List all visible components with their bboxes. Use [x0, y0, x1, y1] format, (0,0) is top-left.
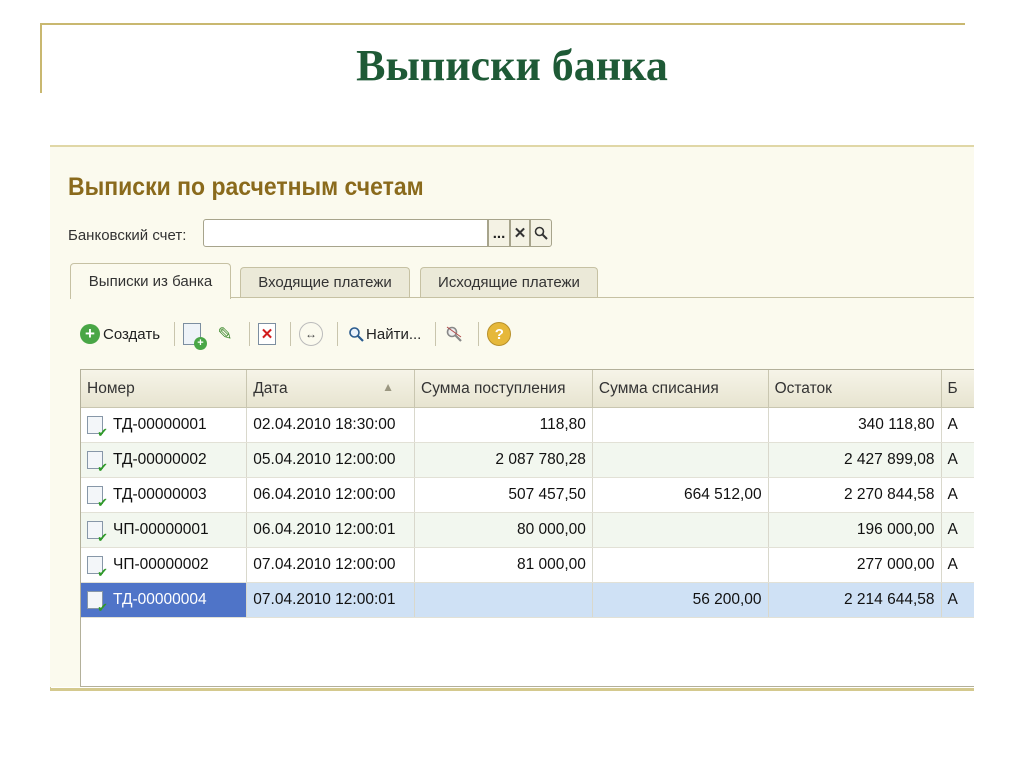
toolbar-separator — [249, 322, 251, 346]
cell-income: 507 457,50 — [414, 477, 593, 513]
column-header-income[interactable]: Сумма поступления — [414, 370, 593, 408]
cell-number: ЧП-00000002 — [81, 547, 248, 583]
form-title: Выписки по расчетным счетам — [68, 173, 424, 201]
find-button[interactable]: Найти... — [346, 319, 421, 349]
document-posted-icon — [87, 485, 108, 509]
copy-button[interactable] — [183, 319, 208, 350]
document-posted-icon — [87, 415, 108, 439]
cell-income: 118,80 — [414, 407, 593, 443]
cell-balance: 2 214 644,58 — [768, 582, 942, 618]
table-row[interactable]: ТД-00000002 05.04.2010 12:00:00 2 087 78… — [81, 442, 974, 478]
slide-frame-top — [40, 23, 965, 25]
cell-date: 07.04.2010 12:00:01 — [246, 582, 415, 618]
cell-date: 07.04.2010 12:00:00 — [246, 547, 415, 583]
cell-balance: 196 000,00 — [768, 512, 942, 548]
cell-number: ТД-00000004 — [81, 582, 248, 618]
search-icon — [534, 226, 548, 240]
cell-income: 80 000,00 — [414, 512, 593, 548]
cell-expense — [592, 407, 769, 443]
sort-icon: ▲ — [382, 379, 394, 394]
cell-balance: 277 000,00 — [768, 547, 942, 583]
table-row-selected[interactable]: ТД-00000004 07.04.2010 12:00:01 56 200,0… — [81, 582, 974, 618]
toolbar-separator — [337, 322, 339, 346]
help-icon: ? — [487, 322, 512, 346]
cell-bank: А — [941, 442, 974, 478]
cell-income: 81 000,00 — [414, 547, 593, 583]
cell-balance: 2 270 844,58 — [768, 477, 942, 513]
table-row[interactable]: ЧП-00000001 06.04.2010 12:00:01 80 000,0… — [81, 512, 974, 548]
document-posted-icon — [87, 590, 108, 614]
create-button[interactable]: + Создать — [80, 319, 160, 349]
column-header-date[interactable]: Дата ▲ — [246, 370, 415, 408]
create-button-label: Создать — [103, 325, 161, 343]
cell-date: 06.04.2010 12:00:00 — [246, 477, 415, 513]
cell-expense: 56 200,00 — [592, 582, 769, 618]
toolbar: + Создать ✎ ✕ ↔ Найти... ? — [80, 317, 517, 351]
cell-date: 05.04.2010 12:00:00 — [246, 442, 415, 478]
column-header-bank[interactable]: Б — [941, 370, 974, 408]
clear-find-icon — [444, 323, 464, 345]
cell-balance: 340 118,80 — [768, 407, 942, 443]
bank-account-label: Банковский счет: — [68, 227, 187, 244]
bank-account-clear-button[interactable]: ✕ — [510, 219, 530, 247]
slide-bottom-line — [50, 688, 974, 691]
clear-find-button[interactable] — [444, 319, 464, 349]
cell-bank: А — [941, 407, 974, 443]
table-row[interactable]: ЧП-00000002 07.04.2010 12:00:00 81 000,0… — [81, 547, 974, 583]
tab-outgoing-payments[interactable]: Исходящие платежи — [420, 267, 598, 297]
table-row[interactable]: ТД-00000003 06.04.2010 12:00:00 507 457,… — [81, 477, 974, 513]
cell-number: ТД-00000001 — [81, 407, 248, 443]
statements-window: Выписки по расчетным счетам Банковский с… — [50, 145, 974, 687]
tab-bank-statements[interactable]: Выписки из банка — [70, 263, 231, 299]
delete-button[interactable]: ✕ — [258, 319, 277, 349]
slide-title: Выписки банка — [356, 41, 668, 90]
cell-income — [414, 582, 593, 618]
pencil-icon: ✎ — [217, 323, 233, 344]
tab-incoming-payments[interactable]: Входящие платежи — [240, 267, 410, 297]
cell-bank: А — [941, 512, 974, 548]
bank-account-select-button[interactable]: ... — [488, 219, 510, 247]
help-button[interactable]: ? — [487, 319, 512, 349]
cell-number: ЧП-00000001 — [81, 512, 248, 548]
close-icon: ✕ — [513, 225, 527, 242]
cell-date: 02.04.2010 18:30:00 — [246, 407, 415, 443]
find-button-label: Найти... — [366, 325, 422, 343]
cell-number: ТД-00000002 — [81, 442, 248, 478]
find-icon — [346, 324, 366, 344]
document-posted-icon — [87, 520, 108, 544]
table-row[interactable]: ТД-00000001 02.04.2010 18:30:00 118,80 3… — [81, 407, 974, 443]
bank-account-input[interactable] — [203, 219, 488, 247]
cell-bank: А — [941, 582, 974, 618]
table-header-row: Номер Дата ▲ Сумма поступления Сумма спис… — [81, 370, 974, 408]
cell-date: 06.04.2010 12:00:01 — [246, 512, 415, 548]
toolbar-separator — [435, 322, 437, 346]
column-header-number[interactable]: Номер — [81, 370, 248, 408]
cell-balance: 2 427 899,08 — [768, 442, 942, 478]
cell-expense — [592, 442, 769, 478]
delete-icon: ✕ — [258, 323, 277, 345]
cell-number: ТД-00000003 — [81, 477, 248, 513]
document-posted-icon — [87, 555, 108, 579]
toolbar-separator — [290, 322, 292, 346]
column-header-balance[interactable]: Остаток — [768, 370, 942, 408]
edit-button[interactable]: ✎ — [215, 319, 235, 349]
cell-expense — [592, 512, 769, 548]
column-header-expense[interactable]: Сумма списания — [592, 370, 769, 408]
document-posted-icon — [87, 450, 108, 474]
cell-expense: 664 512,00 — [592, 477, 769, 513]
cell-bank: А — [941, 547, 974, 583]
bank-account-search-button[interactable] — [530, 219, 552, 247]
plus-icon: + — [80, 324, 100, 344]
toolbar-separator — [174, 322, 176, 346]
copy-icon — [183, 323, 208, 350]
cell-income: 2 087 780,28 — [414, 442, 593, 478]
toolbar-separator — [478, 322, 480, 346]
interval-button[interactable]: ↔ — [299, 319, 324, 349]
statements-table: Номер Дата ▲ Сумма поступления Сумма спис… — [80, 369, 974, 687]
interval-icon: ↔ — [299, 322, 324, 346]
cell-expense — [592, 547, 769, 583]
cell-bank: А — [941, 477, 974, 513]
